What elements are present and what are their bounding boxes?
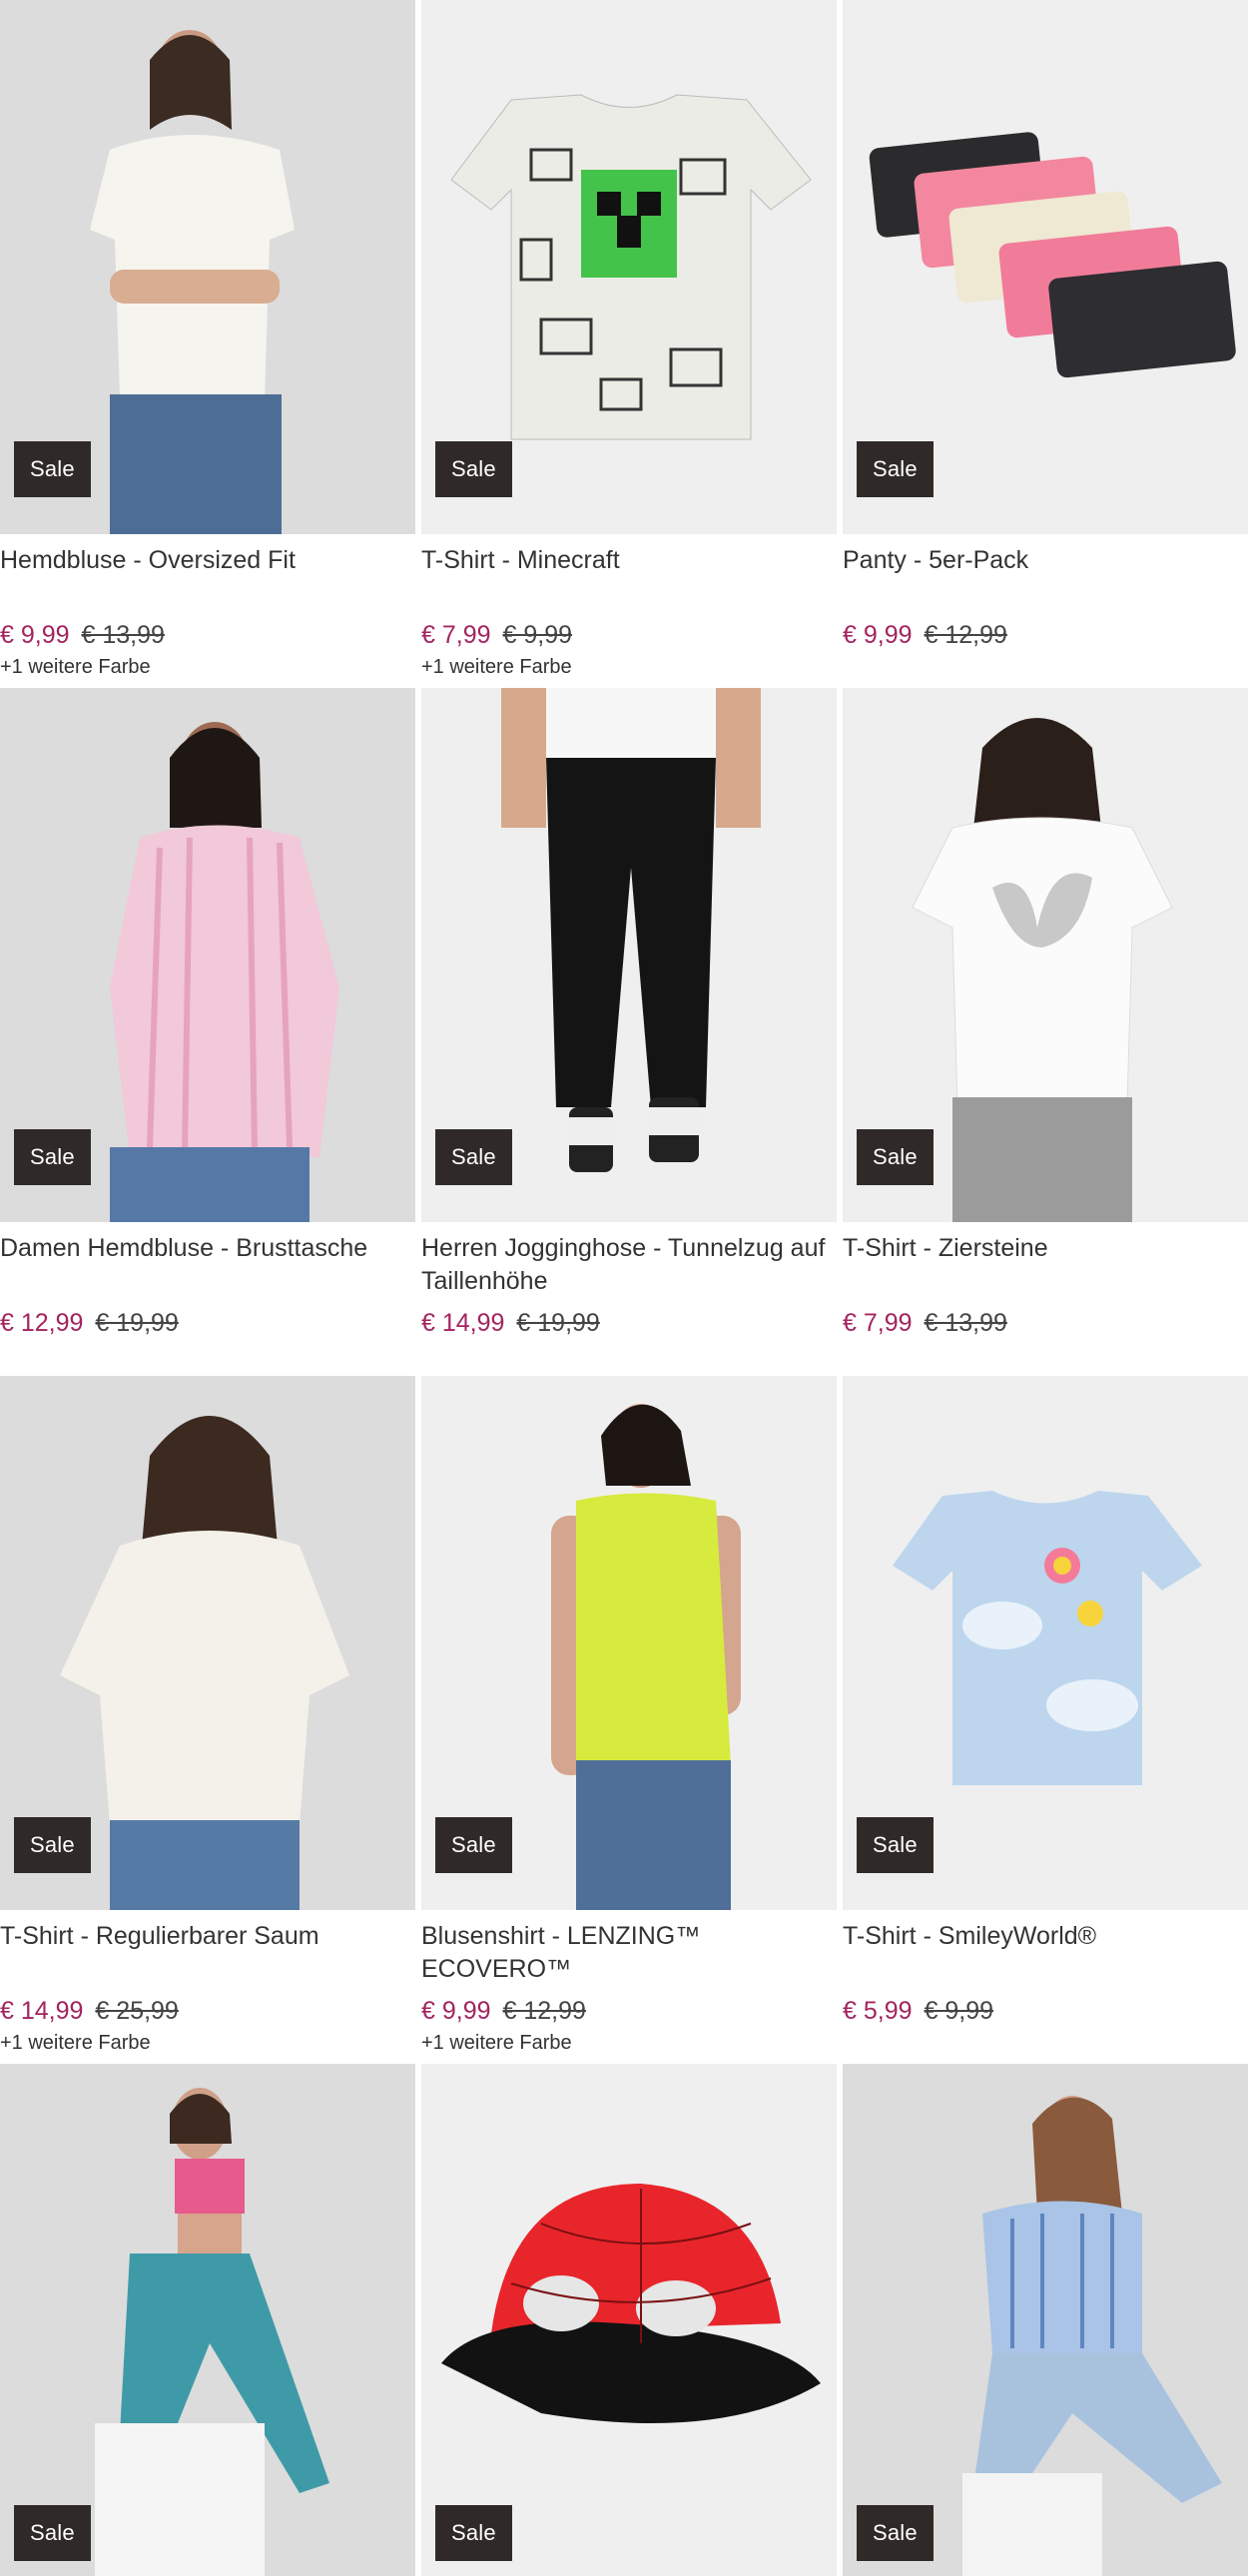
product-name[interactable]: Hemdbluse - Oversized Fit <box>0 544 415 610</box>
old-price: € 9,99 <box>924 1997 994 2025</box>
old-price: € 19,99 <box>516 1309 600 1337</box>
product-card[interactable]: Sale T-Shirt - SmileyWorld® € 5,99 € 9,99 <box>843 1376 1248 2064</box>
sale-badge: Sale <box>14 1817 91 1873</box>
old-price: € 12,99 <box>924 621 1007 649</box>
sale-price: € 7,99 <box>421 621 491 649</box>
sale-price: € 7,99 <box>843 1309 913 1337</box>
product-card[interactable]: Sale Panty - 5er-Pack € 9,99 € 12,99 <box>843 0 1248 688</box>
sale-badge: Sale <box>14 2505 91 2561</box>
old-price: € 12,99 <box>502 1997 586 2025</box>
sale-price: € 9,99 <box>843 621 913 649</box>
product-image[interactable]: Sale <box>843 2064 1248 2576</box>
product-card[interactable]: Sale T-Shirt - Ziersteine € 7,99 € 13,99 <box>843 688 1248 1376</box>
product-card[interactable]: Sale Hemdbluse - Oversized Fit € 9,99 € 1… <box>0 0 415 688</box>
product-name[interactable]: Herren Jogginghose - Tunnelzug auf Taill… <box>421 1232 837 1298</box>
product-image[interactable]: Sale <box>0 1376 415 1910</box>
sale-price: € 14,99 <box>421 1309 505 1337</box>
more-colors[interactable]: +1 weitere Farbe <box>0 2032 415 2055</box>
sale-price: € 9,99 <box>421 1997 491 2025</box>
product-name[interactable]: T-Shirt - Minecraft <box>421 544 837 610</box>
product-name[interactable]: T-Shirt - Regulierbarer Saum <box>0 1920 415 1986</box>
old-price: € 13,99 <box>81 621 165 649</box>
product-image[interactable]: Sale <box>0 2064 415 2576</box>
product-name[interactable]: T-Shirt - SmileyWorld® <box>843 1920 1248 1986</box>
sale-badge: Sale <box>435 441 512 497</box>
sale-price: € 5,99 <box>843 1997 913 2025</box>
sale-badge: Sale <box>14 441 91 497</box>
old-price: € 13,99 <box>924 1309 1007 1337</box>
sale-badge: Sale <box>857 1129 934 1185</box>
product-image[interactable]: Sale <box>843 688 1248 1222</box>
product-card[interactable]: Sale Damen Hemdbluse - Brusttasche € 12,… <box>0 688 415 1376</box>
product-name[interactable]: T-Shirt - Ziersteine <box>843 1232 1248 1298</box>
product-card[interactable]: Sale Blusenshirt - LENZING™ ECOVERO™ € 9… <box>421 1376 837 2064</box>
more-colors[interactable]: +1 weitere Farbe <box>421 2032 837 2055</box>
product-card[interactable]: Sale <box>0 2064 415 2576</box>
old-price: € 25,99 <box>95 1997 179 2025</box>
sale-badge: Sale <box>435 1129 512 1185</box>
sale-badge: Sale <box>435 2505 512 2561</box>
product-image[interactable]: Sale <box>0 688 415 1222</box>
old-price: € 9,99 <box>502 621 573 649</box>
product-photo-spiderman-cap <box>441 2184 821 2423</box>
sale-badge: Sale <box>857 1817 934 1873</box>
sale-price: € 14,99 <box>0 1997 84 2025</box>
sale-badge: Sale <box>435 1817 512 1873</box>
product-name[interactable]: Panty - 5er-Pack <box>843 544 1248 610</box>
product-card[interactable]: Sale <box>843 2064 1248 2576</box>
product-card[interactable]: Sale Herren Jogginghose - Tunnelzug auf … <box>421 688 837 1376</box>
product-image[interactable]: Sale <box>421 1376 837 1910</box>
sale-badge: Sale <box>857 441 934 497</box>
product-card[interactable]: Sale T-Shirt - Regulierbarer Saum € 14,9… <box>0 1376 415 2064</box>
product-card[interactable]: Sale T-Shirt - Minecraft € 7,99 € 9,99 +1… <box>421 0 837 688</box>
product-image[interactable]: Sale <box>843 1376 1248 1910</box>
product-card[interactable]: Sale <box>421 2064 837 2576</box>
product-photo-woman-striped-top <box>962 2096 1222 2576</box>
more-colors[interactable]: +1 weitere Farbe <box>0 656 415 679</box>
product-image[interactable]: Sale <box>843 0 1248 534</box>
product-name[interactable]: Blusenshirt - LENZING™ ECOVERO™ <box>421 1920 837 1986</box>
sale-price: € 9,99 <box>0 621 70 649</box>
sale-badge: Sale <box>857 2505 934 2561</box>
product-image[interactable]: Sale <box>0 0 415 534</box>
product-name[interactable]: Damen Hemdbluse - Brusttasche <box>0 1232 415 1298</box>
product-grid: Sale Hemdbluse - Oversized Fit € 9,99 € 1… <box>0 0 1248 2576</box>
product-photo-woman-sport-set <box>95 2088 329 2576</box>
sale-badge: Sale <box>14 1129 91 1185</box>
product-image[interactable]: Sale <box>421 688 837 1222</box>
more-colors[interactable]: +1 weitere Farbe <box>421 656 837 679</box>
product-image[interactable]: Sale <box>421 2064 837 2576</box>
sale-price: € 12,99 <box>0 1309 84 1337</box>
old-price: € 19,99 <box>95 1309 179 1337</box>
product-image[interactable]: Sale <box>421 0 837 534</box>
